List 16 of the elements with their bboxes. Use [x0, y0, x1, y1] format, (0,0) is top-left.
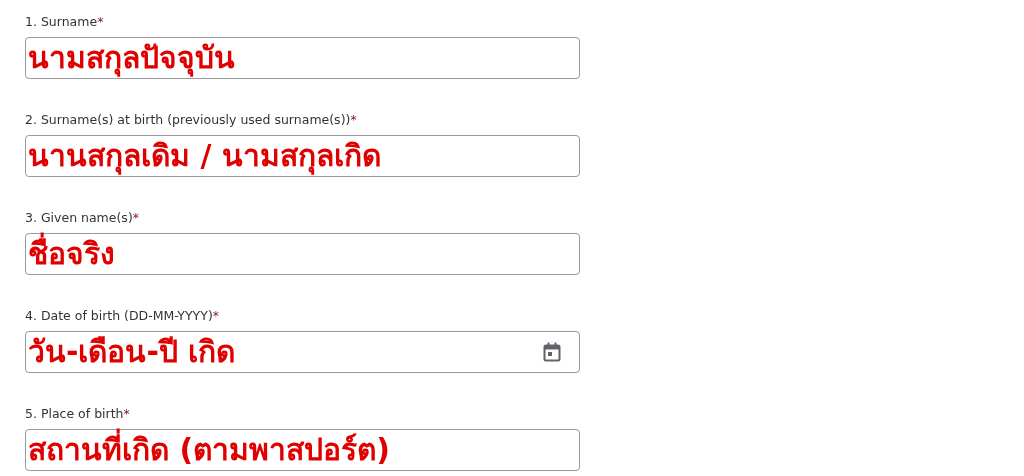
required-mark: *	[132, 210, 139, 225]
field-label: 1. Surname	[25, 14, 98, 29]
field-label: 2. Surname(s) at birth (previously used surname(s))	[25, 112, 351, 127]
required-mark: *	[123, 406, 130, 421]
field-label: 4. Date of birth (DD-MM-YYYY)	[25, 308, 213, 323]
input-field[interactable]: ชื่อจริง	[25, 233, 580, 275]
calendar-icon[interactable]	[543, 342, 561, 362]
required-mark: *	[97, 14, 104, 29]
input-field[interactable]: สถานที่เกิด (ตามพาสปอร์ต)	[25, 429, 580, 471]
required-mark: *	[350, 112, 357, 127]
field-label: 5. Place of birth	[25, 406, 124, 421]
field-label: 3. Given name(s)	[25, 210, 133, 225]
date-field[interactable]: วัน-เดือน-ปี เกิด	[25, 331, 580, 373]
required-mark: *	[212, 308, 220, 323]
input-field[interactable]: นามสกุลปัจจุบัน	[25, 37, 580, 79]
input-field[interactable]: นานสกุลเดิม / นามสกุลเกิด	[25, 135, 580, 177]
